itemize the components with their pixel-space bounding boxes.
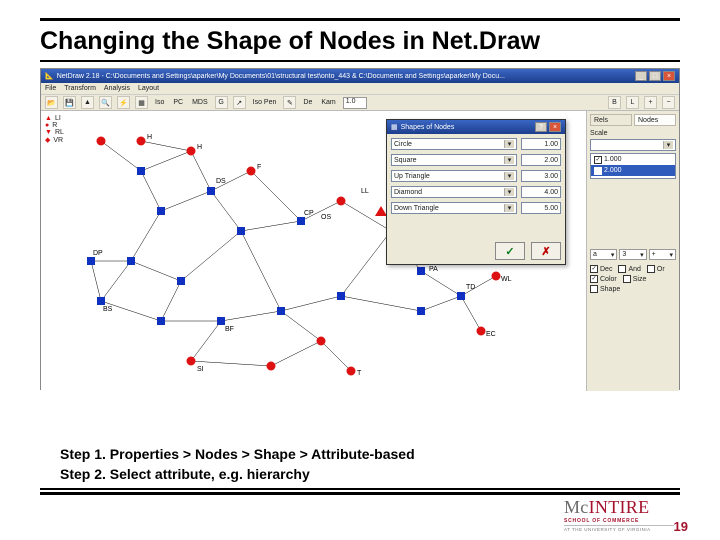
page-number: 19	[674, 519, 688, 534]
shape-dropdown-3[interactable]: Diamond▾	[391, 186, 517, 198]
node-label-bf: BF	[225, 326, 234, 333]
menu-transform[interactable]: Transform	[64, 85, 96, 92]
node-label-f: F	[257, 164, 261, 171]
tool-zoomin-icon[interactable]: 🔍	[99, 96, 112, 109]
side-panel: Rels Nodes Scale ▾ ✓1.000 ✓2.000 a▾ 3▾ +…	[586, 111, 679, 391]
toolbar-iso-button[interactable]: Iso	[153, 99, 166, 106]
toolbar-mds-button[interactable]: MDS	[190, 99, 210, 106]
shape-dropdown-1[interactable]: Square▾	[391, 154, 517, 166]
chk-and[interactable]	[618, 265, 626, 273]
tab-rels[interactable]: Rels	[590, 114, 632, 126]
mcintire-logo: McINTIRE SCHOOL OF COMMERCE AT THE UNIVE…	[564, 497, 674, 532]
netdraw-window: 📐 NetDraw 2.18 - C:\Documents and Settin…	[40, 68, 680, 390]
node-label-bs: BS	[103, 306, 113, 313]
menu-file[interactable]: File	[45, 85, 56, 92]
save-icon[interactable]: 💾	[63, 96, 76, 109]
toolbar-g-button[interactable]: G	[215, 96, 228, 109]
node-label-ec: EC	[486, 331, 496, 338]
node-label-os: OS	[321, 214, 331, 221]
shape-value-0[interactable]: 1.00	[521, 138, 561, 150]
toolbar-isopen-label: Iso Pen	[251, 99, 279, 106]
shape-value-1[interactable]: 2.00	[521, 154, 561, 166]
chk-dec[interactable]: ✓	[590, 265, 598, 273]
tool-pen-icon[interactable]: ✎	[283, 96, 296, 109]
shape-dropdown-2[interactable]: Up Triangle▾	[391, 170, 517, 182]
window-title: NetDraw 2.18 - C:\Documents and Settings…	[57, 73, 505, 80]
chk-shape[interactable]	[590, 285, 598, 293]
menu-analysis[interactable]: Analysis	[104, 85, 130, 92]
dialog-icon: ▦	[391, 123, 398, 131]
steps-text: Step 1. Properties > Nodes > Shape > Att…	[60, 444, 415, 484]
toolbar-kam-input[interactable]: 1.0	[343, 97, 367, 109]
network-canvas[interactable]: ▲LI ●R ▼RL ◆VR	[41, 111, 586, 391]
chk-color[interactable]: ✓	[590, 275, 598, 283]
tool-triangle-icon[interactable]: ▲	[81, 96, 94, 109]
tool-arrow-icon[interactable]: ↗	[233, 96, 246, 109]
tool-flash-icon[interactable]: ⚡	[117, 96, 130, 109]
maximize-button[interactable]: □	[649, 71, 661, 81]
dialog-title: Shapes of Nodes	[401, 124, 455, 131]
node-label-ds: DS	[216, 178, 226, 185]
toolbar-de-button[interactable]: De	[301, 99, 314, 106]
attribute-listbox[interactable]: ✓1.000 ✓2.000	[590, 153, 676, 179]
menu-layout[interactable]: Layout	[138, 85, 159, 92]
node-label-ll: LL	[361, 188, 369, 195]
node-label-pa: PA	[429, 266, 438, 273]
toolbar-minus-button[interactable]: −	[662, 96, 675, 109]
close-button[interactable]: ×	[663, 71, 675, 81]
tool-bold-icon[interactable]: B	[608, 96, 621, 109]
scale-label: Scale	[590, 130, 676, 137]
dialog-ok-button[interactable]: ✓	[495, 242, 525, 260]
spinner-c[interactable]: +▾	[649, 249, 676, 260]
slide-title: Changing the Shape of Nodes in Net.Draw	[40, 25, 680, 60]
toolbar: 📂 💾 ▲ 🔍 ⚡ ▦ Iso PC MDS G ↗ Iso Pen ✎ De …	[41, 95, 679, 111]
shapes-of-nodes-dialog: ▦ Shapes of Nodes ? × Circle▾ 1.00 Square…	[386, 119, 566, 265]
chk-or[interactable]	[647, 265, 655, 273]
shape-dropdown-4[interactable]: Down Triangle▾	[391, 202, 517, 214]
dialog-help-button[interactable]: ?	[535, 122, 547, 132]
spinner-b[interactable]: 3▾	[619, 249, 646, 260]
chk-size[interactable]	[623, 275, 631, 283]
toolbar-plus-button[interactable]: +	[644, 96, 657, 109]
shape-dropdown-0[interactable]: Circle▾	[391, 138, 517, 150]
shape-value-2[interactable]: 3.00	[521, 170, 561, 182]
step-2: Step 2. Select attribute, e.g. hierarchy	[60, 464, 415, 484]
toolbar-kam-label: Kam	[319, 99, 337, 106]
dialog-close-button[interactable]: ×	[549, 122, 561, 132]
shape-value-3[interactable]: 4.00	[521, 186, 561, 198]
tool-grid-icon[interactable]: ▦	[135, 96, 148, 109]
node-label-td: TD	[466, 284, 475, 291]
node-label-h2: H	[147, 134, 152, 141]
menu-bar: File Transform Analysis Layout	[41, 83, 679, 95]
step-1: Step 1. Properties > Nodes > Shape > Att…	[60, 444, 415, 464]
node-label-cp: CP	[304, 210, 314, 217]
attribute-dropdown[interactable]: ▾	[590, 139, 676, 151]
tab-nodes[interactable]: Nodes	[634, 114, 676, 126]
spinner-a[interactable]: a▾	[590, 249, 617, 260]
node-label-si: SI	[197, 366, 204, 373]
toolbar-l-button[interactable]: L	[626, 96, 639, 109]
node-label-t: T	[357, 370, 362, 377]
minimize-button[interactable]: _	[635, 71, 647, 81]
node-label-dp: DP	[93, 250, 103, 257]
shape-value-4[interactable]: 5.00	[521, 202, 561, 214]
open-icon[interactable]: 📂	[45, 96, 58, 109]
node-label-wl: WL	[501, 276, 512, 283]
app-icon: 📐	[45, 72, 54, 80]
window-titlebar: 📐 NetDraw 2.18 - C:\Documents and Settin…	[41, 69, 679, 83]
toolbar-pc-button[interactable]: PC	[171, 99, 185, 106]
node-label-h: H	[197, 144, 202, 151]
dialog-cancel-button[interactable]: ✗	[531, 242, 561, 260]
